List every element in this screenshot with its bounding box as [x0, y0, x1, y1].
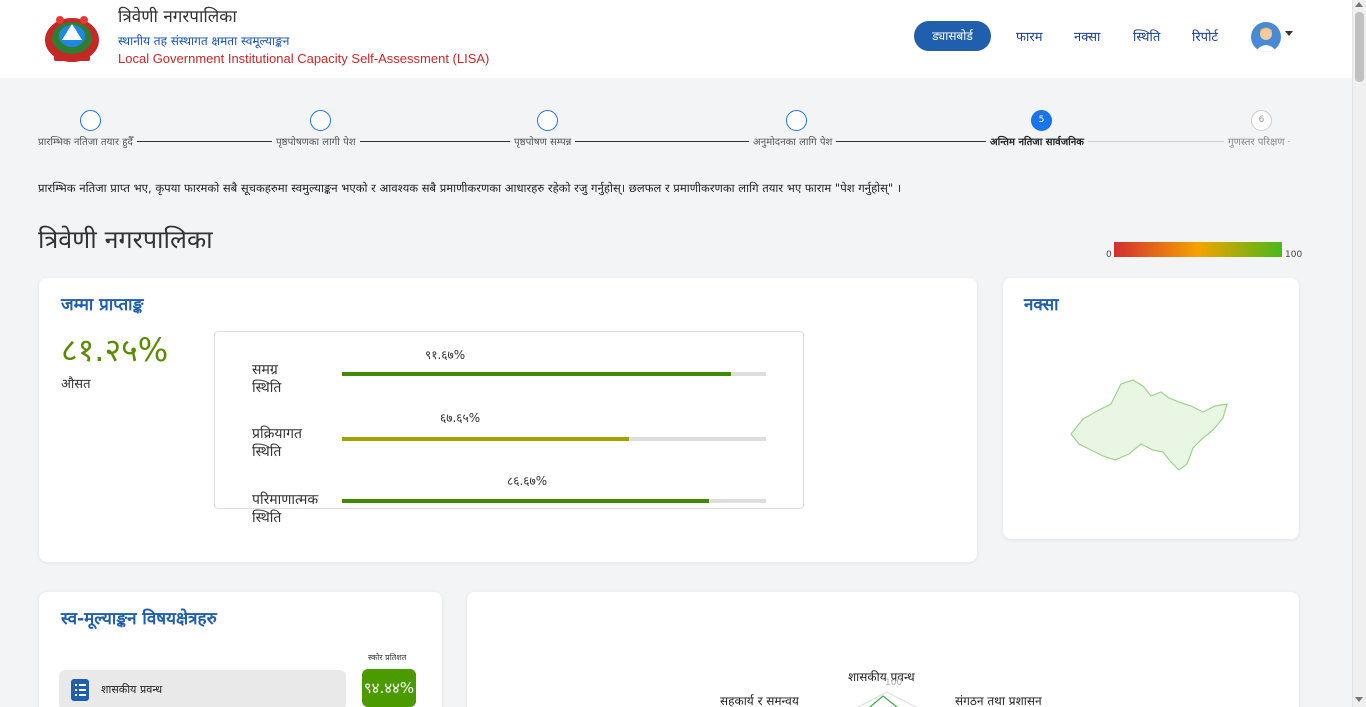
emblem-logo[interactable] [40, 10, 104, 66]
overall-status-label: समग्र स्थिति [252, 362, 282, 396]
process-status-label: प्रक्रियागत स्थिति [252, 426, 302, 460]
vertical-scrollbar[interactable] [1352, 0, 1366, 707]
average-label: औसत [61, 377, 91, 392]
overall-status-bar [342, 372, 766, 376]
step-4-circle[interactable] [786, 110, 807, 131]
scale-min-label: 0 [1106, 250, 1112, 260]
step-4-label: अनुमोदनका लागि पेश [749, 134, 837, 148]
total-score-title: जम्मा प्राप्ताङ्क [61, 295, 144, 315]
self-assessment-title: स्व-मूल्याङ्कन विषयक्षेत्रहरु [61, 609, 217, 629]
user-icon [1255, 27, 1277, 52]
total-score-card: जम्मा प्राप्ताङ्क ८१.२५% औसत ९१.६७% समग्… [39, 278, 977, 562]
scroll-down-arrow-icon[interactable] [1355, 697, 1363, 702]
municipality-name-header: त्रिवेणी नगरपालिका [118, 7, 237, 27]
nav-map-link[interactable]: नक्सा [1074, 27, 1100, 45]
radar-chart-card: शासकीय प्रवन्ध 100 सहकार्य र समन्वय संगठ… [467, 592, 1299, 707]
instruction-notice: प्रारम्भिक नतिजा प्राप्त भए, कृपया फारमक… [38, 181, 902, 195]
step-6-circle[interactable]: 6 [1251, 110, 1272, 131]
page-title: त्रिवेणी नगरपालिका [38, 225, 213, 254]
step-3-label: पृष्ठपोषण सम्पन्न [510, 134, 576, 148]
step-1-label: प्रारम्भिक नतिजा तयार हुदैँ [34, 134, 137, 148]
overall-status-bar-fill [342, 372, 731, 376]
self-assessment-card: स्व-मूल्याङ्कन विषयक्षेत्रहरु स्कोर प्रत… [39, 592, 442, 707]
score-color-scale [1114, 242, 1282, 257]
assessment-row[interactable]: शासकीय प्रवन्ध [59, 670, 346, 707]
score-percent-header: स्कोर प्रतिशत [368, 653, 407, 662]
step-3-circle[interactable] [537, 110, 558, 131]
assessment-score-badge: ९४.४४% [362, 669, 416, 707]
map-card-title: नक्सा [1024, 295, 1059, 315]
process-status-bar-fill [342, 437, 629, 441]
scrollbar-thumb[interactable] [1355, 12, 1364, 82]
municipality-map-shape[interactable] [1063, 374, 1243, 484]
process-status-bar [342, 437, 766, 441]
chevron-down-icon[interactable] [1285, 31, 1293, 36]
nav-report-link[interactable]: रिपोर्ट [1192, 27, 1218, 45]
scroll-up-arrow-icon[interactable] [1355, 2, 1363, 7]
top-navbar: त्रिवेणी नगरपालिका स्थानीय तह संस्थागत क… [0, 0, 1352, 78]
radar-tick-label: 100 [885, 678, 903, 688]
step-2-circle[interactable] [310, 110, 331, 131]
radar-label-governance: शासकीय प्रवन्ध [848, 670, 915, 684]
nav-status-link[interactable]: स्थिति [1133, 27, 1160, 45]
checklist-icon [71, 679, 89, 701]
step-6-label: गुणस्तर परिक्षण [1224, 134, 1289, 148]
total-score-value: ८१.२५% [61, 331, 169, 369]
quantitative-status-value: ८६.६७% [507, 474, 548, 488]
nav-form-link[interactable]: फारम [1016, 27, 1042, 45]
radar-label-organization: संगठन तथा प्रशासन [955, 694, 1042, 707]
assessment-row-label: शासकीय प्रवन्ध [101, 683, 163, 696]
overall-status-value: ९१.६७% [425, 348, 466, 362]
quantitative-status-bar-fill [342, 499, 710, 503]
quantitative-status-label: परिमाणात्मक स्थिति [252, 492, 319, 526]
process-status-value: ६७.६५% [440, 411, 481, 425]
nav-dashboard-button[interactable]: ड्यासबोर्ड [914, 21, 991, 51]
scale-max-label: 100 [1285, 250, 1303, 260]
step-5-circle[interactable]: 5 [1031, 110, 1052, 131]
app-english-title: Local Government Institutional Capacity … [118, 51, 490, 66]
status-bars-panel: ९१.६७% समग्र स्थिति ६७.६५% प्रक्रियागत स… [214, 331, 804, 526]
radar-chart [857, 691, 917, 707]
user-avatar[interactable] [1251, 22, 1281, 52]
map-card: नक्सा [1003, 278, 1299, 539]
step-2-label: पृष्ठपोषणका लागी पेश [272, 134, 360, 148]
app-subtitle: स्थानीय तह संस्थागत क्षमता स्वमूल्याङ्कन [118, 34, 290, 48]
step-5-label: अन्तिम नतिजा सार्वजनिक [986, 134, 1088, 148]
quantitative-status-bar [342, 499, 766, 503]
radar-label-coordination: सहकार्य र समन्वय [720, 694, 799, 707]
step-1-circle[interactable] [80, 110, 101, 131]
